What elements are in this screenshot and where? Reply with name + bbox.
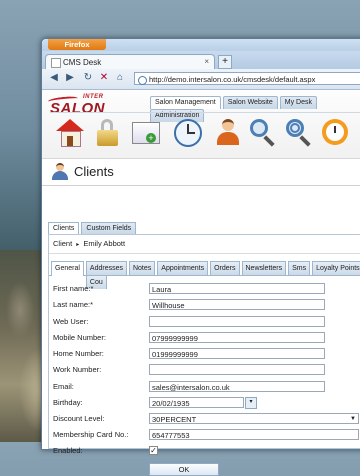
navigation-bar: ◀ ▶ ↻ ✕ ⌂ http://demo.intersalon.co.uk/c…: [42, 69, 360, 90]
chevron-down-icon: ▼: [350, 416, 356, 422]
forward-icon[interactable]: ▶: [64, 72, 76, 84]
url-text: http://demo.intersalon.co.uk/cmsdesk/def…: [149, 75, 316, 84]
email-input[interactable]: sales@intersalon.co.uk: [149, 381, 325, 392]
browser-window: Firefox CMS Desk × + ◀ ▶ ↻ ✕ ⌂ http://de…: [41, 38, 360, 476]
breadcrumb-current: Emily Abbott: [83, 239, 126, 248]
url-bar[interactable]: http://demo.intersalon.co.uk/cmsdesk/def…: [134, 72, 360, 85]
mobile-input[interactable]: 07999999999: [149, 332, 325, 343]
browser-tab[interactable]: CMS Desk ×: [45, 54, 215, 70]
birthday-input[interactable]: 20/02/1935: [149, 397, 244, 408]
title-bar: Firefox: [42, 39, 360, 51]
sub-tabs: Clients Custom Fields: [48, 222, 138, 235]
tab-addresses[interactable]: Addresses: [85, 261, 127, 275]
home-number-label: Home Number:: [53, 349, 104, 358]
tab-my-desk[interactable]: My Desk: [279, 96, 317, 109]
close-tab-icon[interactable]: ×: [204, 57, 209, 66]
person-icon[interactable]: [214, 119, 242, 147]
tab-sms[interactable]: Sms: [288, 261, 311, 275]
first-name-input[interactable]: Laura: [149, 283, 325, 294]
web-user-label: Web User:: [53, 317, 89, 326]
email-label: Email:: [53, 382, 74, 391]
calendar-icon[interactable]: ▾: [245, 397, 257, 409]
enabled-checkbox[interactable]: ✓: [149, 446, 158, 455]
tab-appointments[interactable]: Appointments: [157, 261, 209, 275]
tab-strip: CMS Desk × +: [42, 51, 360, 70]
ok-button[interactable]: OK: [149, 463, 219, 476]
tab-salon-management[interactable]: Salon Management: [150, 96, 221, 109]
page-title: Clients: [74, 164, 114, 179]
birthday-label: Birthday:: [53, 398, 83, 407]
tab-loyalty-points[interactable]: Loyalty Points: [312, 261, 360, 275]
first-name-label: First name:*: [53, 284, 94, 293]
mobile-label: Mobile Number:: [53, 333, 106, 342]
back-icon[interactable]: ◀: [48, 72, 60, 84]
discount-value: 30PERCENT: [152, 415, 197, 424]
home-nav-icon[interactable]: ⌂: [114, 72, 126, 84]
clients-icon: [52, 163, 68, 181]
last-name-label: Last name:*: [53, 300, 94, 309]
enabled-label: Enabled:: [53, 446, 83, 455]
client-panel: Client ▸ Emily Abbott General Addresses …: [48, 234, 360, 476]
module-tabs: Salon Management Salon Website My Desk A…: [150, 96, 360, 122]
magnifier-zoom-icon[interactable]: [286, 119, 314, 147]
page-header: Clients: [42, 159, 360, 186]
lock-icon[interactable]: [94, 119, 122, 147]
screen-add-icon[interactable]: +: [132, 119, 160, 147]
breadcrumb-separator: ▸: [76, 242, 80, 248]
web-user-input[interactable]: [149, 316, 325, 327]
membership-label: Membership Card No.:: [53, 430, 129, 439]
clock-icon[interactable]: [174, 119, 202, 147]
firefox-menu-button[interactable]: Firefox: [48, 39, 106, 50]
form-tabs: General Addresses Notes Appointments Ord…: [49, 261, 360, 289]
home-number-input[interactable]: 01999999999: [149, 348, 325, 359]
stop-icon[interactable]: ✕: [98, 72, 110, 84]
tab-general[interactable]: General: [51, 261, 84, 276]
work-number-input[interactable]: [149, 364, 325, 375]
tab-newsletters[interactable]: Newsletters: [241, 261, 287, 275]
discount-select[interactable]: 30PERCENT ▼: [149, 413, 359, 424]
app-header: INTER SALON Salon Management Salon Websi…: [42, 90, 360, 159]
membership-input[interactable]: 654777553: [149, 429, 359, 440]
tab-notes[interactable]: Notes: [128, 261, 156, 275]
globe-icon: [138, 76, 147, 85]
work-number-label: Work Number:: [53, 365, 102, 374]
new-tab-button[interactable]: +: [218, 55, 232, 69]
tab-salon-website[interactable]: Salon Website: [222, 96, 278, 109]
home-icon[interactable]: [56, 119, 84, 147]
page-icon: [51, 58, 61, 68]
tab-title: CMS Desk: [63, 58, 102, 67]
breadcrumb-root[interactable]: Client: [53, 239, 72, 248]
magnifier-icon[interactable]: [250, 119, 278, 147]
page-content: INTER SALON Salon Management Salon Websi…: [42, 90, 360, 476]
toolbar-icons: +: [50, 112, 360, 155]
breadcrumb: Client ▸ Emily Abbott: [49, 235, 360, 254]
discount-label: Discount Level:: [53, 414, 105, 423]
alarm-clock-icon[interactable]: [322, 119, 350, 147]
tab-orders[interactable]: Orders: [210, 261, 240, 275]
last-name-input[interactable]: Willhouse: [149, 299, 325, 310]
reload-icon[interactable]: ↻: [82, 72, 94, 84]
